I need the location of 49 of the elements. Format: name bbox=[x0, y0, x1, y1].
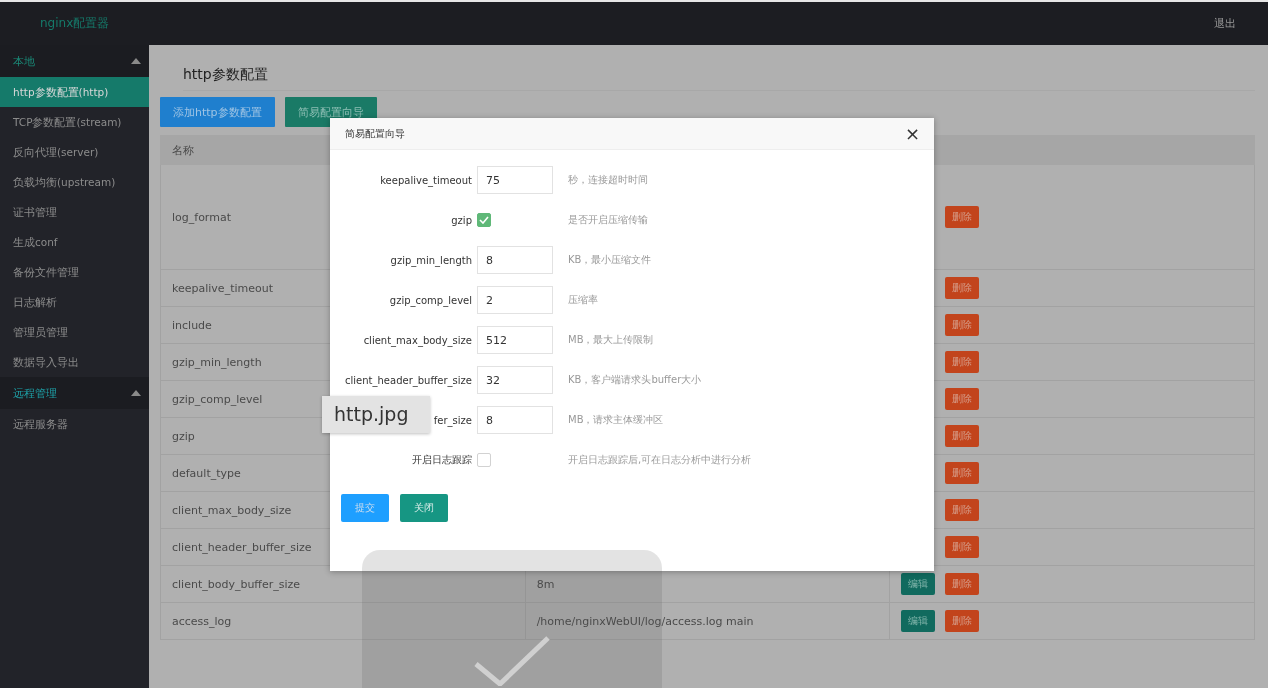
edit-button[interactable]: 编辑 bbox=[901, 573, 936, 595]
field-hint: MB，请求主体缓冲区 bbox=[568, 413, 664, 427]
field-hint: KB，最小压缩文件 bbox=[568, 253, 652, 267]
field-hint: MB，最大上传限制 bbox=[568, 333, 654, 347]
page-title: http参数配置 bbox=[183, 66, 1255, 91]
sidebar-item[interactable]: 管理员管理 bbox=[0, 317, 149, 347]
checkbox[interactable] bbox=[477, 453, 491, 467]
field-label: 开启日志跟踪 bbox=[412, 454, 472, 465]
checkmark-icon bbox=[474, 634, 550, 686]
field-hint: KB，客户端请求头buffer大小 bbox=[568, 373, 702, 387]
tooltip: http.jpg bbox=[322, 396, 430, 433]
sidebar-item[interactable]: 生成conf bbox=[0, 227, 149, 257]
sidebar-item[interactable]: 日志解析 bbox=[0, 287, 149, 317]
input-field[interactable]: 8 bbox=[477, 406, 553, 434]
logout-link[interactable]: 退出 bbox=[1214, 16, 1236, 31]
sidebar-item[interactable]: 证书管理 bbox=[0, 197, 149, 227]
table-cell: /home/nginxWebUI/log/access.log main bbox=[536, 614, 754, 628]
field-label: keepalive_timeout bbox=[380, 174, 472, 186]
input-field[interactable]: 512 bbox=[477, 326, 553, 354]
input-field[interactable]: 8 bbox=[477, 246, 553, 274]
field-label: gzip_min_length bbox=[390, 254, 472, 266]
sidebar-item[interactable]: TCP参数配置(stream) bbox=[0, 107, 149, 137]
close-button[interactable]: × bbox=[900, 124, 924, 143]
edit-button[interactable]: 编辑 bbox=[901, 610, 936, 632]
field-label: gzip_comp_level bbox=[389, 294, 472, 306]
table-cell: 8m bbox=[536, 577, 555, 591]
checkbox[interactable] bbox=[477, 213, 491, 227]
sidebar-item[interactable]: 备份文件管理 bbox=[0, 257, 149, 287]
caret-icon bbox=[131, 58, 141, 64]
field-hint: 开启日志跟踪后,可在日志分析中进行分析 bbox=[568, 453, 752, 467]
field-hint: 是否开启压缩传输 bbox=[568, 213, 648, 227]
caret-icon bbox=[131, 390, 141, 396]
sidebar-item[interactable]: 远程服务器 bbox=[0, 409, 149, 439]
sidebar-group[interactable]: 本地 bbox=[0, 45, 149, 77]
input-field[interactable]: 32 bbox=[477, 366, 553, 394]
sidebar-item[interactable]: http参数配置(http) bbox=[0, 77, 149, 107]
sidebar-item[interactable]: 负载均衡(upstream) bbox=[0, 167, 149, 197]
field-label: gzip bbox=[451, 214, 472, 226]
input-field[interactable]: 2 bbox=[477, 286, 553, 314]
field-label: client_max_body_size bbox=[363, 334, 472, 346]
dialog-button[interactable]: 关闭 bbox=[400, 494, 448, 522]
sidebar-item[interactable]: 反向代理(server) bbox=[0, 137, 149, 167]
app-title: nginx配置器 bbox=[40, 15, 110, 32]
table-cell: access_log bbox=[160, 602, 526, 640]
field-hint: 压缩率 bbox=[568, 293, 598, 307]
sidebar-group[interactable]: 远程管理 bbox=[0, 377, 149, 409]
field-hint: 秒，连接超时时间 bbox=[568, 173, 648, 187]
sidebar-item[interactable]: 数据导入导出 bbox=[0, 347, 149, 377]
input-field[interactable]: 75 bbox=[477, 166, 553, 194]
